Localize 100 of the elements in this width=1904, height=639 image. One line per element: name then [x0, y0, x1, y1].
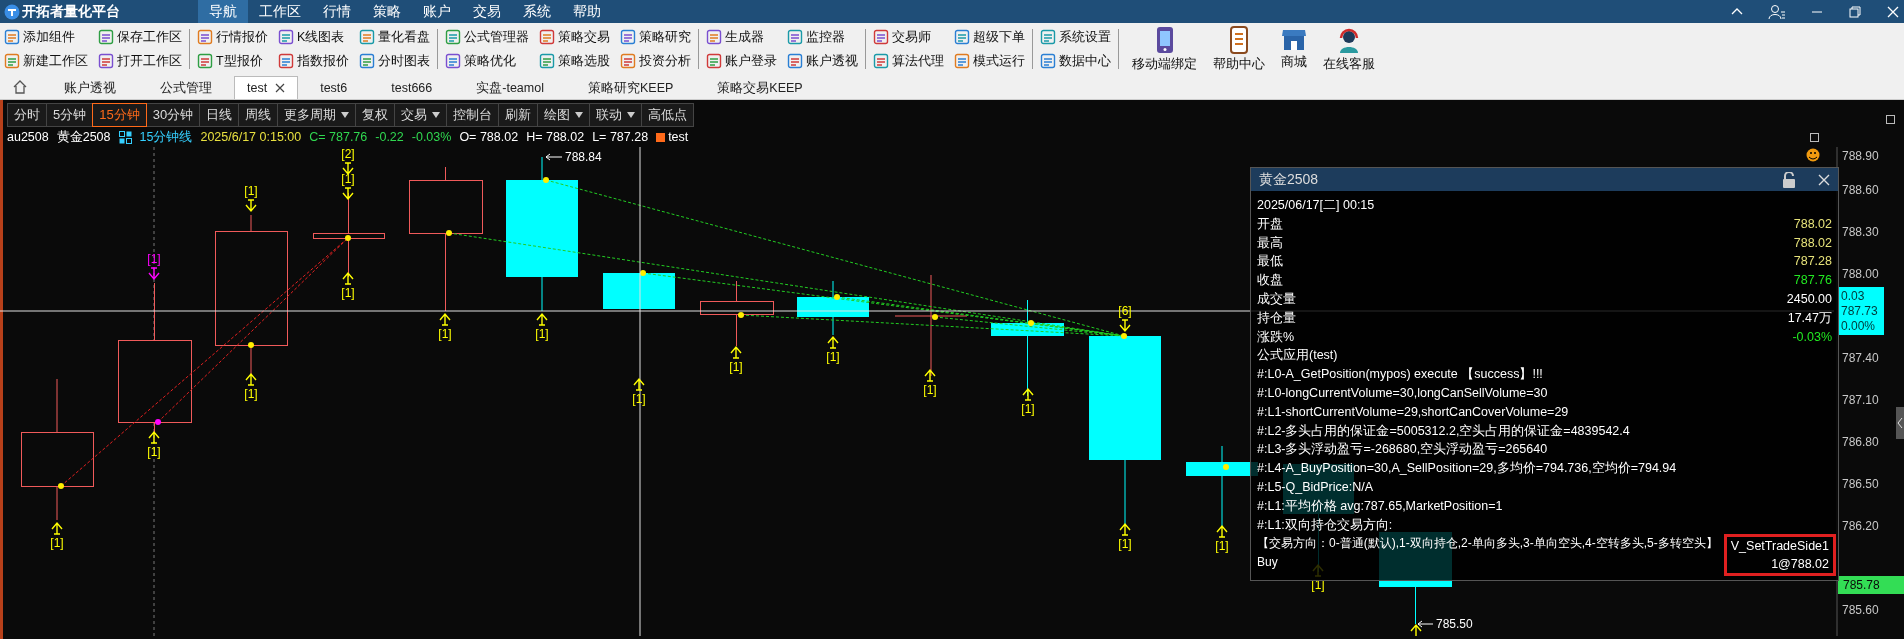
workspace-tab[interactable]: 公式管理 — [138, 77, 234, 99]
toolbar-large-button[interactable]: 在线客服 — [1323, 25, 1375, 73]
menu-tab[interactable]: 行情 — [312, 0, 362, 23]
crosshair-readout: 787.73 — [1841, 304, 1878, 318]
toolbar-item[interactable]: 生成器 — [706, 25, 777, 49]
symbol-code: au2508 — [7, 130, 49, 144]
toolbar-item[interactable]: 分时图表 — [359, 49, 430, 73]
period-button[interactable]: 15分钟 — [92, 103, 147, 127]
field-label: 持仓量 — [1257, 309, 1296, 327]
menu-tab[interactable]: 交易 — [462, 0, 512, 23]
crosshair-readout: 0.00% — [1841, 319, 1876, 333]
left-arrow-icon — [1417, 620, 1434, 628]
order-fill: 1@788.02 — [1771, 556, 1829, 574]
signal-label: [1] — [535, 327, 549, 341]
toolbar-item[interactable]: 模式运行 — [954, 49, 1025, 73]
up-arrow-icon — [1410, 623, 1422, 636]
signal-label: [2] — [341, 147, 355, 161]
toolbar-item[interactable]: 超级下单 — [954, 25, 1025, 49]
toolbar-item[interactable]: 监控器 — [787, 25, 858, 49]
toolbar-item[interactable]: 账户透视 — [787, 49, 858, 73]
toolbar-item[interactable]: K线图表 — [278, 25, 349, 49]
field-label: 收盘 — [1257, 272, 1283, 290]
toolbar-large-button[interactable]: 帮助中心 — [1213, 25, 1265, 73]
logo-icon — [4, 3, 20, 20]
workspace-tab[interactable]: 策略研究KEEP — [565, 77, 696, 99]
toolbar-item[interactable]: 投资分析 — [620, 49, 691, 73]
workspace-tab[interactable]: test6 — [298, 77, 370, 99]
collapse-handle[interactable] — [1896, 407, 1904, 439]
period-button[interactable]: 刷新 — [498, 103, 539, 127]
trade-point — [446, 230, 452, 236]
app-title: 开拓者量化平台 — [22, 2, 121, 21]
document-icon — [445, 53, 461, 69]
menu-tab[interactable]: 工作区 — [248, 0, 312, 23]
period-button[interactable]: 联动 — [589, 103, 643, 127]
period-button[interactable]: 周线 — [238, 103, 279, 127]
toolbar-item[interactable]: 算法代理 — [873, 49, 944, 73]
user-icon[interactable] — [1768, 3, 1786, 20]
toolbar-item[interactable]: 策略交易 — [539, 25, 610, 49]
menu-tab[interactable]: 导航 — [198, 0, 248, 23]
signal-label: [1] — [632, 392, 646, 406]
period-button[interactable]: 复权 — [355, 103, 396, 127]
low-price: L= 787.28 — [592, 130, 649, 144]
toolbar-item[interactable]: 策略选股 — [539, 49, 610, 73]
low-price-mark: 785.50 — [1436, 617, 1473, 631]
toolbar-item[interactable]: 新建工作区 — [4, 49, 88, 73]
toolbar-item[interactable]: 交易师 — [873, 25, 944, 49]
period-button[interactable]: 高低点 — [641, 103, 695, 127]
bar-date: 2025/06/17[二] 00:15 — [1257, 197, 1376, 214]
field-value: 2450.00 — [1786, 291, 1832, 308]
period-button[interactable]: 控制台 — [446, 103, 500, 127]
log-line: #:L1:双向持仓交易方向: — [1257, 516, 1394, 534]
document-icon — [706, 53, 722, 69]
toolbar-item[interactable]: 行情报价 — [197, 25, 268, 49]
period-button[interactable]: 绘图 — [537, 103, 591, 127]
square-icon[interactable] — [1886, 115, 1895, 124]
period-button[interactable]: 30分钟 — [145, 103, 201, 127]
menu-tab[interactable]: 帮助 — [562, 0, 612, 23]
toolbar-item[interactable]: 策略研究 — [620, 25, 691, 49]
period-button[interactable]: 日线 — [199, 103, 240, 127]
workspace-tab[interactable]: test666 — [369, 77, 455, 99]
trade-point — [543, 177, 549, 183]
menu-tab[interactable]: 系统 — [512, 0, 562, 23]
period-button[interactable]: 5分钟 — [46, 103, 94, 127]
toolbar-item[interactable]: 保存工作区 — [98, 25, 182, 49]
document-icon — [197, 53, 213, 69]
lock-icon[interactable] — [1782, 171, 1796, 188]
menu-tab[interactable]: 策略 — [362, 0, 412, 23]
toolbar-item[interactable]: 策略优化 — [445, 49, 529, 73]
period-button[interactable]: 更多周期 — [277, 103, 357, 127]
close-icon[interactable] — [275, 83, 286, 93]
toolbar-item[interactable]: 公式管理器 — [445, 25, 529, 49]
grid-icon[interactable] — [118, 130, 132, 144]
period-button[interactable]: 分时 — [7, 103, 47, 127]
toolbar-item[interactable]: 添加组件 — [4, 25, 88, 49]
indicator-name: test — [668, 130, 689, 144]
document-icon — [4, 53, 20, 69]
log-line: #:L5-Q_BidPrice:N/A — [1257, 478, 1375, 496]
square-icon[interactable] — [1810, 133, 1819, 142]
home-icon[interactable] — [12, 79, 28, 95]
toolbar-item[interactable]: T型报价 — [197, 49, 268, 73]
toolbar-item[interactable]: 账户登录 — [706, 49, 777, 73]
workspace-tab[interactable]: 账户透视 — [42, 77, 138, 99]
toolbar-item[interactable]: 打开工作区 — [98, 49, 182, 73]
restore-icon[interactable] — [1848, 4, 1862, 19]
period-button[interactable]: 交易 — [394, 103, 448, 127]
toolbar-item[interactable]: 量化看盘 — [359, 25, 430, 49]
order-side: Buy — [1257, 554, 1279, 572]
toolbar-item[interactable]: 指数报价 — [278, 49, 349, 73]
workspace-tab[interactable]: 策略交易KEEP — [695, 77, 825, 99]
workspace-tab[interactable]: test — [234, 76, 299, 99]
trade-side-value: V_SetTradeSide1 — [1730, 538, 1829, 556]
menu-tab[interactable]: 账户 — [412, 0, 462, 23]
toolbar-large-button[interactable]: 移动端绑定 — [1132, 25, 1197, 73]
field-label: 涨跌% — [1257, 328, 1295, 346]
signal-label: [1] — [729, 360, 743, 374]
toolbar-large-button[interactable]: 商城 — [1281, 25, 1307, 73]
log-line: #:L1:平均价格 avg:787.65,MarketPosition=1 — [1257, 497, 1504, 515]
toolbar-item[interactable]: 数据中心 — [1040, 49, 1111, 73]
toolbar-item[interactable]: 系统设置 — [1040, 25, 1111, 49]
workspace-tab[interactable]: 实盘-teamol — [454, 77, 566, 99]
